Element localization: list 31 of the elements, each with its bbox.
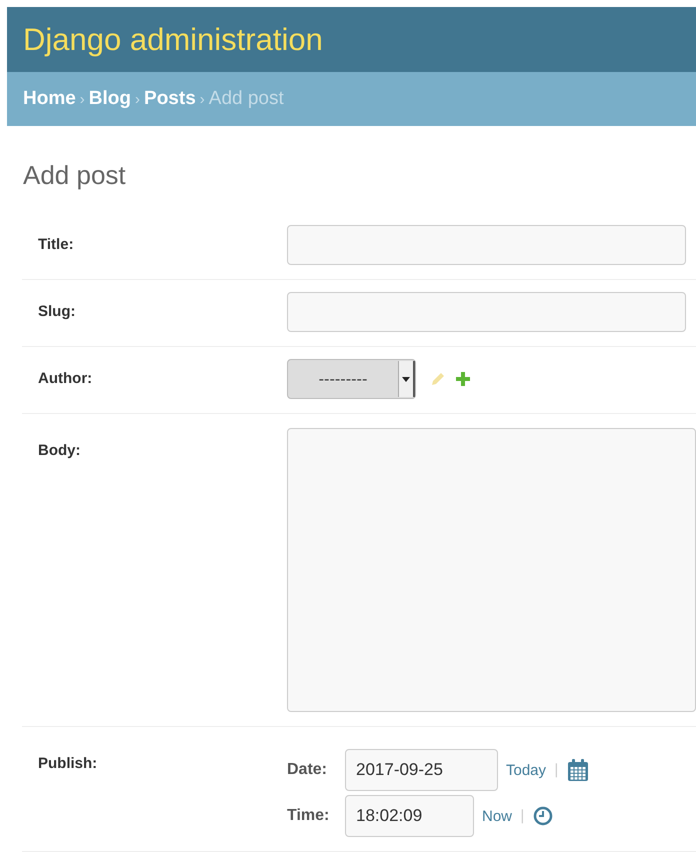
text-field[interactable]	[287, 225, 686, 265]
plus-icon[interactable]	[456, 372, 470, 386]
field-label: Publish:	[37, 754, 98, 774]
field-label: Date:	[287, 761, 328, 779]
breadcrumb-link[interactable]: Blog	[88, 88, 132, 110]
field-label: Time:	[287, 807, 330, 825]
current-page-text: Add post	[208, 88, 284, 110]
field-label: Slug:	[37, 302, 76, 322]
clock-icon[interactable]	[532, 806, 553, 826]
page-title: Add post	[23, 160, 127, 191]
select-field[interactable]: ---------	[287, 359, 416, 399]
caret-icon	[402, 376, 410, 382]
shortcut-link[interactable]: Now	[482, 808, 512, 824]
shortcut-link[interactable]: Today	[506, 762, 546, 778]
breadcrumb-link[interactable]: Posts	[144, 88, 196, 110]
field-label: Title:	[37, 235, 75, 255]
breadcrumb-link[interactable]: Home	[23, 88, 76, 110]
breadcrumb-separator: ›	[80, 90, 85, 108]
pencil-icon[interactable]	[430, 371, 446, 387]
separator: |	[554, 762, 559, 778]
separator: |	[520, 808, 525, 824]
breadcrumb-separator: ›	[135, 90, 140, 108]
field-label: Author:	[37, 369, 94, 389]
text-field[interactable]	[287, 292, 686, 332]
textarea-field[interactable]	[287, 428, 696, 712]
time-field[interactable]: 18:02:09	[345, 795, 474, 837]
field-label: Body:	[37, 441, 82, 461]
date-field[interactable]: 2017-09-25	[345, 749, 498, 791]
site-title: Django administration	[23, 22, 323, 58]
breadcrumb-separator: ›	[200, 90, 205, 108]
calendar-icon[interactable]	[566, 758, 589, 782]
